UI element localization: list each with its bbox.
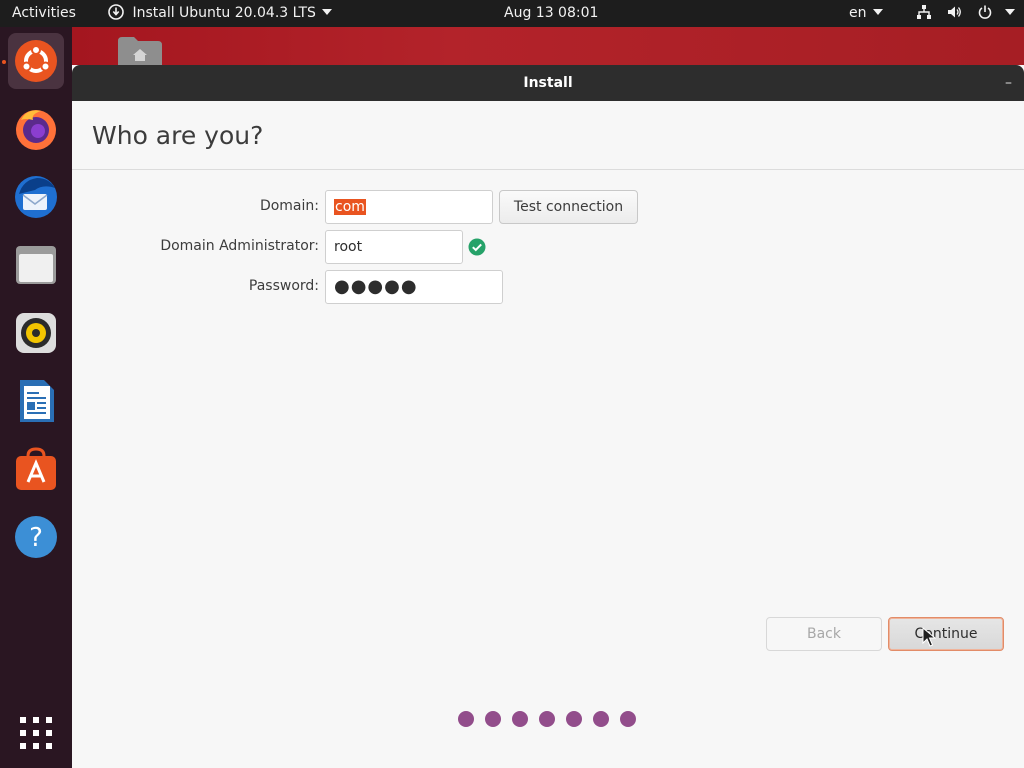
dock-item-thunderbird[interactable] <box>8 169 64 225</box>
clock[interactable]: Aug 13 08:01 <box>504 0 598 27</box>
dock-item-help[interactable]: ? <box>8 509 64 565</box>
mouse-cursor-icon <box>922 627 936 647</box>
back-button[interactable]: Back <box>766 617 882 651</box>
thunderbird-icon <box>15 176 57 218</box>
progress-dot <box>593 711 609 727</box>
ubuntu-installer-icon <box>15 40 57 82</box>
window-title: Install <box>523 75 573 91</box>
svg-text:?: ? <box>29 523 43 553</box>
installer-app-icon <box>108 3 124 20</box>
power-icon <box>978 5 992 19</box>
check-icon <box>468 238 486 256</box>
app-menu-label: Install Ubuntu 20.04.3 LTS <box>132 5 316 21</box>
running-indicator <box>2 60 6 64</box>
chevron-down-icon <box>872 9 883 15</box>
domain-input[interactable]: com <box>325 190 493 224</box>
progress-dot <box>620 711 636 727</box>
dock-item-libreoffice-writer[interactable] <box>8 373 64 429</box>
progress-dot <box>566 711 582 727</box>
dock-item-files[interactable] <box>8 237 64 293</box>
libreoffice-writer-icon <box>20 380 54 422</box>
dock-item-firefox[interactable] <box>8 101 64 157</box>
show-applications-button[interactable] <box>8 705 64 761</box>
domain-admin-input-value: root <box>334 239 363 255</box>
dock-item-ubuntu-installer[interactable] <box>8 33 64 89</box>
progress-dot <box>485 711 501 727</box>
keyboard-layout-menu[interactable]: en <box>849 0 883 27</box>
chevron-down-icon <box>1005 9 1016 15</box>
password-input[interactable]: ●●●●● <box>325 270 503 304</box>
password-label: Password: <box>248 278 319 294</box>
dock: ? <box>0 27 72 768</box>
minimize-button[interactable]: – <box>1005 65 1012 101</box>
divider <box>72 169 1024 170</box>
dock-item-rhythmbox[interactable] <box>8 305 64 361</box>
system-menu[interactable] <box>916 0 1016 27</box>
keyboard-layout-label: en <box>849 5 867 21</box>
grid-icon <box>20 717 52 749</box>
top-bar: Activities Install Ubuntu 20.04.3 LTS Au… <box>0 0 1024 27</box>
ubuntu-software-icon <box>16 447 56 490</box>
window-titlebar[interactable]: Install – <box>72 65 1024 101</box>
help-icon: ? <box>15 516 57 558</box>
installer-window: Install – Who are you? Domain: com Test … <box>72 65 1024 768</box>
domain-label: Domain: <box>259 198 319 214</box>
password-input-value: ●●●●● <box>334 276 418 297</box>
continue-button[interactable]: Continue <box>888 617 1004 651</box>
progress-dot <box>458 711 474 727</box>
domain-input-value: com <box>334 199 366 215</box>
volume-icon <box>948 6 962 17</box>
firefox-icon <box>16 110 56 150</box>
files-icon <box>16 246 56 284</box>
page-title: Who are you? <box>92 121 264 150</box>
chevron-down-icon <box>321 9 332 15</box>
domain-admin-label: Domain Administrator: <box>160 238 319 254</box>
app-menu[interactable]: Install Ubuntu 20.04.3 LTS <box>108 0 332 27</box>
progress-dot <box>512 711 528 727</box>
progress-indicator <box>458 711 636 727</box>
activities-button[interactable]: Activities <box>12 0 76 27</box>
dock-item-ubuntu-software[interactable] <box>8 441 64 497</box>
domain-admin-input[interactable]: root <box>325 230 463 264</box>
network-icon <box>917 4 931 19</box>
progress-dot <box>539 711 555 727</box>
rhythmbox-icon <box>16 313 56 353</box>
test-connection-button[interactable]: Test connection <box>499 190 638 224</box>
